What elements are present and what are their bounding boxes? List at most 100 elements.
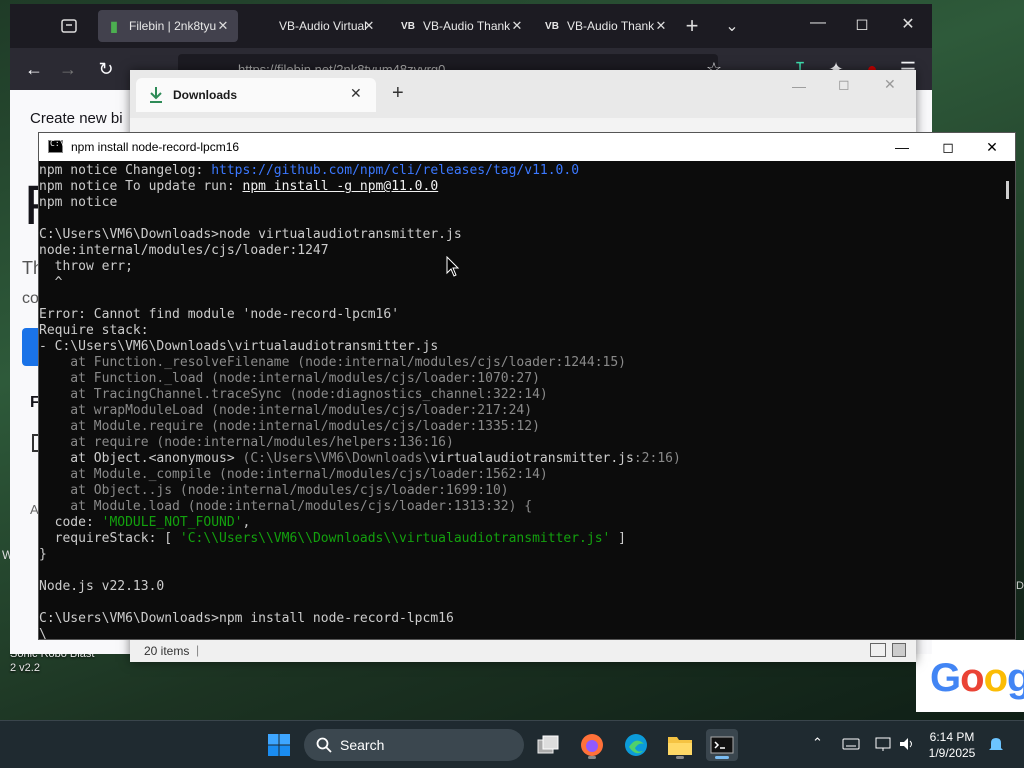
terminal-text: at Module.require (node:internal/modules… (39, 419, 540, 434)
taskbar-firefox[interactable] (576, 729, 608, 761)
tab-list-icon (61, 19, 77, 33)
close-icon[interactable]: ✕ (884, 76, 896, 93)
terminal-line: Node.js v22.13.0 (39, 579, 999, 595)
terminal-text: virtualaudiotransmitter.js (430, 451, 634, 466)
task-view-button[interactable] (532, 729, 564, 761)
close-button[interactable]: ✕ (969, 133, 1015, 161)
terminal-line: Require stack: (39, 323, 999, 339)
new-tab-button[interactable]: + (680, 14, 704, 38)
terminal-line: at Module.require (node:internal/modules… (39, 419, 999, 435)
keyboard-icon[interactable] (842, 737, 860, 751)
start-button[interactable] (263, 729, 295, 761)
terminal-text: } (39, 547, 47, 562)
terminal-text: C:\Users\VM6\Downloads>npm install node-… (39, 611, 454, 626)
minimize-icon[interactable]: — (792, 78, 806, 94)
running-indicator (715, 756, 729, 759)
terminal-line: ^ (39, 275, 999, 291)
taskbar-file-explorer[interactable] (664, 729, 696, 761)
network-icon[interactable] (874, 736, 892, 752)
terminal-text: at Object..js (node:internal/modules/cjs… (39, 483, 509, 498)
minimize-icon: — (810, 14, 826, 31)
terminal-line: at Function._load (node:internal/modules… (39, 371, 999, 387)
terminal-text: npm notice To update run: (39, 179, 243, 194)
terminal-title-bar[interactable]: C:\ npm install node-record-lpcm16 — ◻ ✕ (39, 133, 1015, 161)
terminal-text: https://github.com/npm/cli/releases/tag/… (211, 163, 580, 178)
taskbar-command-prompt[interactable] (706, 729, 738, 761)
close-icon[interactable]: ✕ (350, 85, 362, 102)
reload-button[interactable]: ↻ (94, 58, 118, 82)
new-tab-plus-icon[interactable]: + (392, 82, 404, 105)
terminal-line: C:\Users\VM6\Downloads>node virtualaudio… (39, 227, 999, 243)
minimize-button[interactable]: — (879, 133, 925, 161)
terminal-text: at TracingChannel.traceSync (node:diagno… (39, 387, 548, 402)
taskbar: Search ⌃ 6:14 PM 1/9/2025 (0, 720, 1024, 768)
taskbar-search[interactable]: Search (304, 729, 524, 761)
folder-icon (668, 737, 692, 755)
terminal-text: ] (610, 531, 627, 546)
downloads-title-bar: Downloads ✕ + — ◻ ✕ (130, 70, 916, 118)
maximize-button[interactable]: ◻ (925, 133, 971, 161)
terminal-text: Node.js v22.13.0 (39, 579, 165, 594)
search-label: Search (340, 737, 385, 753)
close-icon[interactable]: ✕ (214, 17, 232, 35)
terminal-text: at Module.load (node:internal/modules/cj… (39, 499, 533, 514)
search-icon (316, 737, 332, 753)
google-window-fragment[interactable]: Goog (916, 640, 1024, 712)
volume-icon[interactable] (898, 736, 916, 752)
notification-bell-icon[interactable] (988, 735, 1004, 753)
taskbar-edge[interactable] (620, 729, 652, 761)
vb-audio-icon: VB (545, 20, 559, 32)
command-prompt-window[interactable]: C:\ npm install node-record-lpcm16 — ◻ ✕… (38, 132, 1016, 640)
details-view-icon[interactable] (870, 643, 886, 657)
terminal-text: \ (39, 627, 47, 639)
items-count: 20 items (144, 644, 190, 658)
plus-icon: + (685, 13, 699, 38)
close-window-button[interactable]: ✕ (894, 14, 922, 34)
terminal-line: at Function._resolveFilename (node:inter… (39, 355, 999, 371)
close-icon[interactable]: ✕ (360, 17, 378, 35)
minimize-button[interactable]: — (804, 14, 832, 32)
browser-tab-vb-audio-virtual[interactable]: VB-Audio Virtual ✕ (248, 10, 384, 42)
browser-tab-filebin[interactable]: ▮ Filebin | 2nk8tyu ✕ (98, 10, 238, 42)
terminal-text: npm install -g npm@11.0.0 (242, 179, 439, 194)
system-clock[interactable]: 6:14 PM 1/9/2025 (920, 729, 984, 761)
arrow-left-icon: ← (25, 59, 43, 79)
filebin-icon: ▮ (110, 17, 118, 34)
forward-button[interactable]: → (56, 58, 80, 82)
tab-list-button[interactable] (56, 14, 82, 38)
maximize-button[interactable]: ◻ (848, 14, 876, 34)
terminal-text: at Module._compile (node:internal/module… (39, 467, 548, 482)
page-text-fragment: co (22, 290, 39, 307)
tiles-view-icon[interactable] (892, 643, 906, 657)
mouse-pointer-icon (446, 256, 460, 277)
scrollbar-thumb[interactable] (1006, 181, 1009, 199)
terminal-line: at Module.load (node:internal/modules/cj… (39, 499, 999, 515)
terminal-text: code: (39, 515, 102, 530)
downloads-tab[interactable]: Downloads ✕ (136, 78, 376, 112)
back-button[interactable]: ← (22, 58, 46, 82)
terminal-line: throw err; (39, 259, 999, 275)
maximize-icon: ◻ (942, 139, 954, 155)
terminal-output[interactable]: npm notice Changelog: https://github.com… (39, 161, 999, 639)
browser-tab-strip: ▮ Filebin | 2nk8tyu ✕ VB-Audio Virtual ✕… (10, 4, 932, 48)
terminal-icon (710, 736, 734, 754)
list-all-tabs-button[interactable]: ⌄ (720, 16, 744, 36)
downloads-tab-title: Downloads (173, 88, 238, 102)
terminal-text: at Object.<anonymous> (39, 451, 243, 466)
cmd-icon: C:\ (48, 139, 64, 153)
close-icon[interactable]: ✕ (508, 17, 526, 35)
browser-tab-vb-audio-thank-1[interactable]: VB VB-Audio Thank ✕ (392, 10, 532, 42)
close-icon[interactable]: ✕ (652, 17, 670, 35)
terminal-text: requireStack: [ (39, 531, 180, 546)
maximize-icon[interactable]: ◻ (838, 76, 850, 93)
terminal-line: code: 'MODULE_NOT_FOUND', (39, 515, 999, 531)
create-new-bin-link[interactable]: Create new bi (30, 110, 123, 127)
terminal-text: :2:16) (633, 451, 681, 466)
terminal-line: npm notice (39, 195, 999, 211)
clock-date: 1/9/2025 (928, 746, 976, 760)
show-hidden-icons-chevron-up-icon[interactable]: ⌃ (812, 735, 823, 751)
browser-tab-vb-audio-thank-2[interactable]: VB VB-Audio Thank ✕ (536, 10, 676, 42)
terminal-line: \ (39, 627, 999, 639)
